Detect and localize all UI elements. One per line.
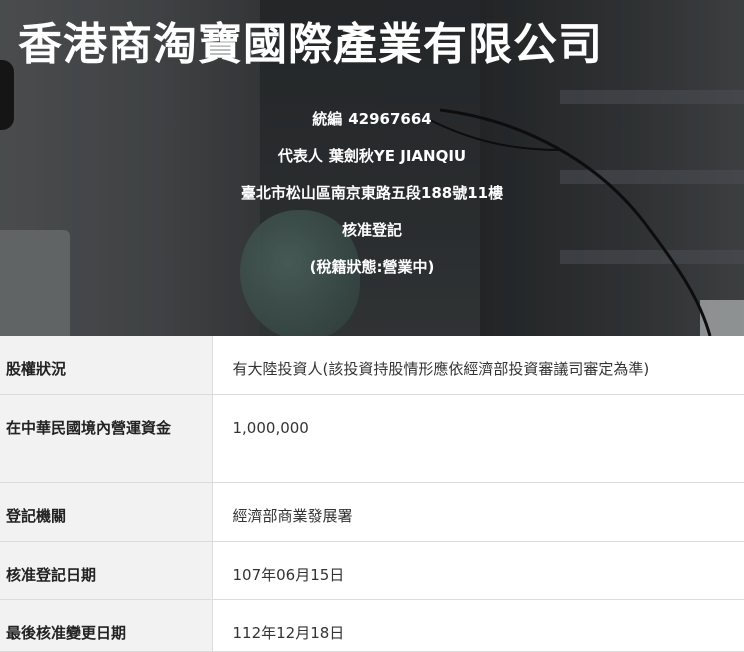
row-value: 經濟部商業發展署: [212, 482, 744, 542]
row-label: 股權狀況: [0, 336, 213, 395]
row-value: 112年12月18日: [212, 599, 744, 652]
row-value: 有大陸投資人(該投資持股情形應依經濟部投資審議司審定為準): [212, 336, 744, 395]
table-row: 股權狀況 有大陸投資人(該投資持股情形應依經濟部投資審議司審定為準): [0, 336, 744, 395]
table-row: 核准登記日期 107年06月15日: [0, 541, 744, 600]
company-info: 統編 42967664 代表人 葉劍秋YE JIANQIU 臺北市松山區南京東路五段…: [0, 106, 744, 291]
representative-label: 代表人: [277, 147, 323, 165]
representative-value: 葉劍秋YE JIANQIU: [328, 147, 467, 165]
company-details-table: 股權狀況 有大陸投資人(該投資持股情形應依經濟部投資審議司審定為準) 在中華民國…: [0, 336, 744, 652]
tax-id-value: 42967664: [348, 110, 432, 128]
row-value: 107年06月15日: [212, 541, 744, 600]
address: 臺北市松山區南京東路五段188號11樓: [240, 184, 504, 202]
row-label: 在中華民國境內營運資金: [0, 394, 213, 483]
tax-status: (稅籍狀態:營業中): [309, 258, 435, 276]
representative-line: 代表人 葉劍秋YE JIANQIU: [0, 143, 744, 180]
company-name: 香港商淘寶國際產業有限公司: [18, 19, 603, 70]
table-row: 最後核准變更日期 112年12月18日: [0, 599, 744, 652]
table-row: 登記機關 經濟部商業發展署: [0, 482, 744, 542]
tax-id-line: 統編 42967664: [0, 106, 744, 143]
row-value: 1,000,000: [212, 394, 744, 483]
company-header: 香港商淘寶國際產業有限公司 統編 42967664 代表人 葉劍秋YE JIANQI…: [0, 0, 744, 336]
registration-status: 核准登記: [341, 221, 402, 239]
tax-id-label: 統編: [312, 110, 343, 128]
table-row: 在中華民國境內營運資金 1,000,000: [0, 394, 744, 483]
row-label: 核准登記日期: [0, 541, 213, 600]
row-label: 最後核准變更日期: [0, 599, 213, 652]
row-label: 登記機關: [0, 482, 213, 542]
